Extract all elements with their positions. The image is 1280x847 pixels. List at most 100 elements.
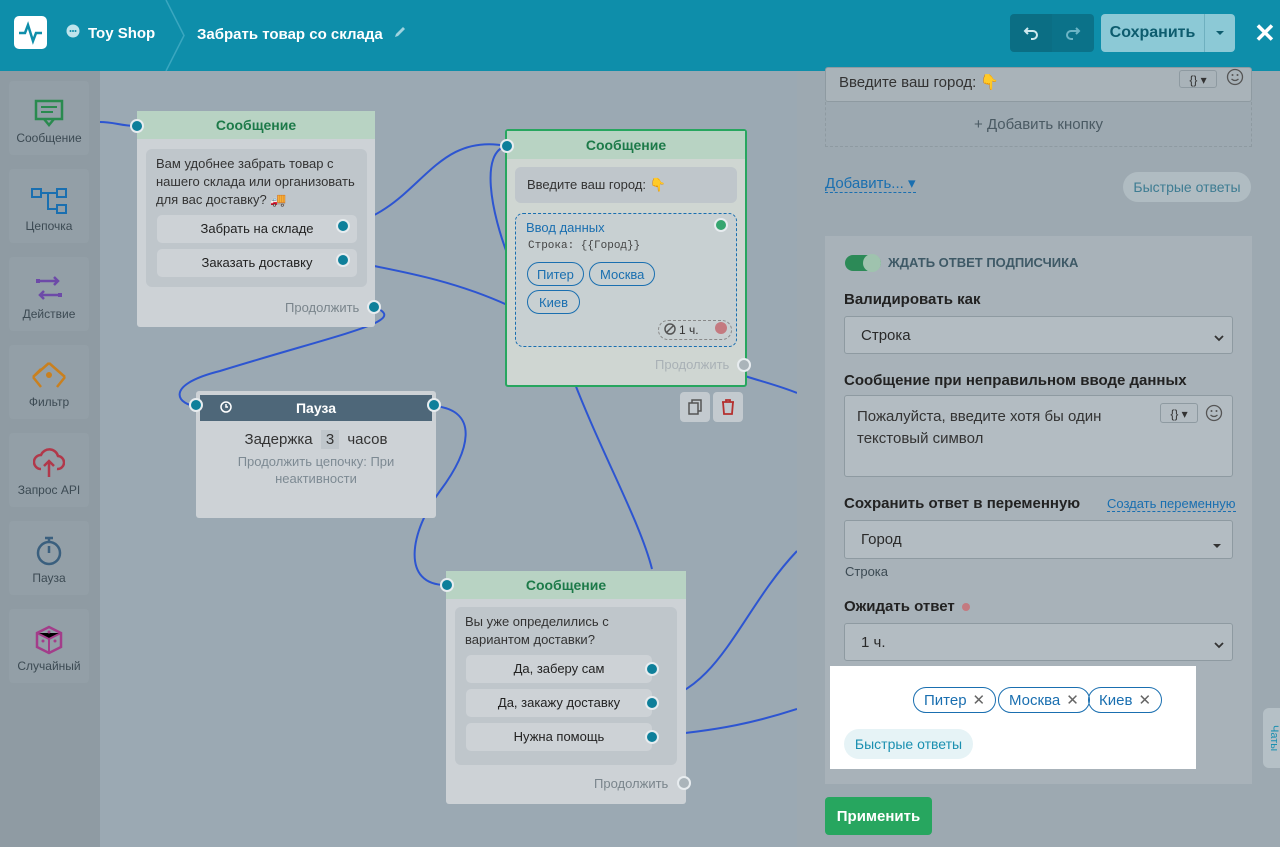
message-text-editor[interactable]: Введите ваш город: 👇 {} ▾ bbox=[825, 67, 1252, 102]
undo-button[interactable] bbox=[1010, 14, 1052, 52]
connector-out[interactable] bbox=[737, 358, 751, 372]
variables-dropdown-button[interactable]: {} ▾ bbox=[1160, 403, 1198, 423]
quick-replies-button-top[interactable]: Быстрые ответы bbox=[1123, 172, 1251, 202]
connector-in[interactable] bbox=[189, 398, 203, 412]
quick-reply-tag[interactable]: Киев ✕ bbox=[1088, 687, 1163, 713]
node-title: Сообщение bbox=[137, 111, 375, 139]
delay-prefix: Задержка bbox=[244, 431, 313, 448]
flow-title[interactable]: Забрать товар со склада bbox=[197, 25, 407, 43]
sidebar-item-label: Сообщение bbox=[16, 131, 82, 145]
pause-note: Продолжить цепочку: При неактивности bbox=[237, 454, 395, 486]
pause-node[interactable]: Пауза Задержка 3 часов Продолжить цепочк… bbox=[196, 391, 436, 518]
node-message-card[interactable]: Вы уже определились с вариантом доставки… bbox=[455, 607, 677, 765]
trash-icon bbox=[722, 399, 734, 415]
status-dot bbox=[961, 603, 970, 611]
save-dropdown-button[interactable] bbox=[1204, 14, 1235, 52]
node-message-card[interactable]: Вам удобнее забрать товар с нашего склад… bbox=[146, 149, 367, 287]
add-button-button[interactable]: + Добавить кнопку bbox=[825, 102, 1252, 147]
connector-out[interactable] bbox=[714, 218, 728, 232]
node-message-card[interactable]: Введите ваш город: 👇 bbox=[515, 167, 737, 203]
chat-bubble-icon bbox=[66, 24, 80, 42]
redo-button[interactable] bbox=[1052, 14, 1094, 52]
bot-selector[interactable]: Toy Shop bbox=[66, 24, 155, 42]
app-logo-icon[interactable] bbox=[14, 16, 47, 49]
save-button[interactable]: Сохранить bbox=[1101, 14, 1204, 52]
chats-tab[interactable]: Чаты bbox=[1263, 708, 1280, 768]
sidebar-item-message[interactable]: Сообщение bbox=[9, 81, 89, 155]
timeout-connector[interactable] bbox=[715, 322, 727, 334]
flow-canvas[interactable]: Сообщение Вам удобнее забрать товар с на… bbox=[100, 71, 797, 847]
quick-reply-chip[interactable]: Питер bbox=[527, 262, 584, 286]
node-button[interactable]: Да, закажу доставку bbox=[466, 689, 652, 717]
no-entry-icon bbox=[664, 322, 676, 338]
variable-select[interactable]: Город bbox=[844, 520, 1233, 559]
quick-reply-chip[interactable]: Киев bbox=[527, 290, 580, 314]
remove-tag-icon[interactable]: ✕ bbox=[1138, 691, 1151, 709]
timer-icon bbox=[36, 536, 62, 566]
wait-label-text: Ожидать ответ bbox=[844, 598, 955, 615]
connector-in[interactable] bbox=[500, 139, 514, 153]
tag-label: Киев bbox=[1099, 691, 1133, 709]
connector-out[interactable] bbox=[645, 662, 659, 676]
validate-select[interactable]: Строка bbox=[844, 316, 1233, 354]
message-node-3[interactable]: Сообщение Вы уже определились с варианто… bbox=[446, 571, 686, 804]
delay-value: 3 bbox=[320, 430, 340, 449]
connector-out[interactable] bbox=[367, 300, 381, 314]
error-message-editor[interactable]: Пожалуйста, введите хотя бы один текстов… bbox=[844, 395, 1233, 477]
node-message-text: Вам удобнее забрать товар с нашего склад… bbox=[156, 156, 355, 207]
sidebar-item-pause[interactable]: Пауза bbox=[9, 521, 89, 595]
remove-tag-icon[interactable]: ✕ bbox=[1066, 691, 1079, 709]
emoji-icon[interactable] bbox=[1226, 68, 1244, 91]
add-content-dropdown[interactable]: Добавить... ▾ bbox=[825, 174, 916, 193]
emoji-icon[interactable] bbox=[1205, 404, 1223, 427]
close-icon[interactable]: ✕ bbox=[1254, 20, 1276, 46]
duplicate-button[interactable] bbox=[680, 392, 710, 422]
sidebar-item-label: Пауза bbox=[32, 571, 66, 585]
node-button[interactable]: Заказать доставку bbox=[157, 249, 357, 277]
timer-value: 1 ч. bbox=[679, 323, 699, 337]
wait-time-select[interactable]: 1 ч. bbox=[844, 623, 1233, 661]
quick-reply-tag[interactable]: Москва ✕ bbox=[998, 687, 1090, 713]
create-variable-link[interactable]: Создать переменную bbox=[1107, 496, 1236, 512]
sidebar-item-filter[interactable]: Фильтр bbox=[9, 345, 89, 419]
input-data-card[interactable]: Ввод данных Строка: {{Город}} Питер Моск… bbox=[515, 213, 737, 347]
variables-dropdown-button[interactable]: {} ▾ bbox=[1179, 70, 1217, 88]
message-node-2-selected[interactable]: Сообщение Введите ваш город: 👇 Ввод данн… bbox=[505, 129, 747, 387]
action-icon bbox=[36, 276, 62, 300]
sidebar-item-label: Случайный bbox=[17, 659, 81, 673]
quick-reply-tag[interactable]: Питер ✕ bbox=[913, 687, 997, 713]
clock-icon bbox=[220, 395, 232, 421]
connector-out[interactable] bbox=[645, 696, 659, 710]
node-button[interactable]: Да, заберу сам bbox=[466, 655, 652, 683]
node-continue-label: Продолжить bbox=[285, 300, 360, 315]
chevron-down-icon bbox=[1214, 329, 1224, 346]
connector-in[interactable] bbox=[130, 119, 144, 133]
sidebar-item-random[interactable]: Случайный bbox=[9, 609, 89, 683]
tag-label: Москва bbox=[1009, 691, 1061, 709]
quick-reply-chip[interactable]: Москва bbox=[589, 262, 656, 286]
wait-reply-label: ЖДАТЬ ОТВЕТ ПОДПИСЧИКА bbox=[888, 255, 1079, 270]
remove-tag-icon[interactable]: ✕ bbox=[973, 691, 986, 709]
save-variable-label: Сохранить ответ в переменную bbox=[844, 495, 1081, 512]
connector-out[interactable] bbox=[336, 253, 350, 267]
delete-button[interactable] bbox=[713, 392, 743, 422]
connector-in[interactable] bbox=[440, 578, 454, 592]
wait-reply-time-label: Ожидать ответ bbox=[844, 598, 970, 615]
node-button[interactable]: Забрать на складе bbox=[157, 215, 357, 243]
sidebar-item-api[interactable]: Запрос API bbox=[9, 433, 89, 507]
sidebar-item-action[interactable]: Действие bbox=[9, 257, 89, 331]
sidebar-item-chain[interactable]: Цепочка bbox=[9, 169, 89, 243]
node-button[interactable]: Нужна помощь bbox=[466, 723, 652, 751]
apply-button[interactable]: Применить bbox=[825, 797, 932, 835]
quick-replies-button[interactable]: Быстрые ответы bbox=[844, 729, 973, 759]
pencil-icon[interactable] bbox=[393, 25, 407, 43]
error-message-text: Пожалуйста, введите хотя бы один текстов… bbox=[857, 408, 1102, 447]
node-continue-label: Продолжить bbox=[655, 357, 730, 372]
connector-out[interactable] bbox=[677, 776, 691, 790]
connector-out[interactable] bbox=[427, 398, 441, 412]
connector-out[interactable] bbox=[336, 219, 350, 233]
wait-time-value: 1 ч. bbox=[861, 633, 886, 651]
connector-out[interactable] bbox=[645, 730, 659, 744]
wait-reply-toggle[interactable] bbox=[845, 254, 881, 272]
pause-delay: Задержка 3 часов bbox=[196, 430, 436, 449]
